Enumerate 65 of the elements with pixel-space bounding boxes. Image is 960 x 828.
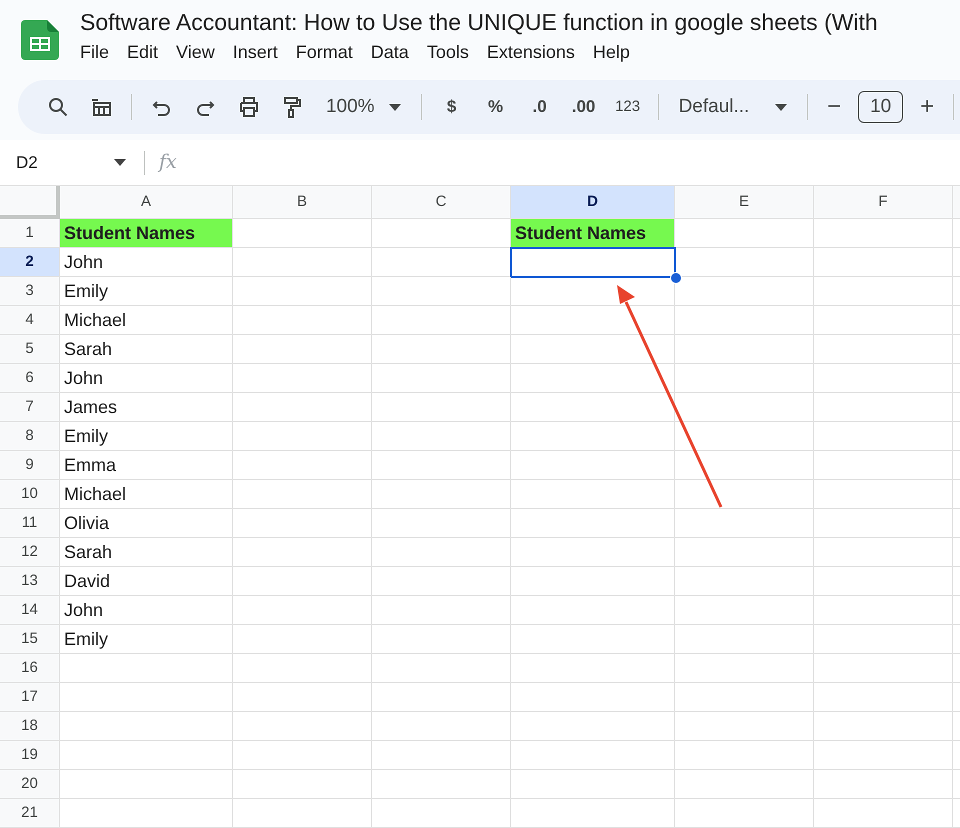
column-header[interactable]: F (814, 186, 953, 219)
decrease-font-size-button[interactable]: − (818, 89, 850, 125)
row-header[interactable]: 2 (0, 248, 60, 277)
format-button[interactable]: $ (432, 89, 472, 125)
row-header[interactable]: 8 (0, 422, 60, 451)
table-cell[interactable]: Olivia (60, 509, 233, 538)
format-button[interactable]: % (476, 89, 516, 125)
menu-item[interactable]: Help (584, 38, 638, 66)
table-cell[interactable]: Michael (60, 480, 233, 509)
row-header[interactable]: 17 (0, 683, 60, 712)
row-header[interactable]: 16 (0, 654, 60, 683)
row-header[interactable]: 13 (0, 567, 60, 596)
column-header[interactable]: C (372, 186, 511, 219)
row-header[interactable]: 15 (0, 625, 60, 654)
column-header[interactable]: A (60, 186, 233, 219)
menu-item[interactable]: Extensions (478, 38, 583, 66)
font-size-field[interactable]: 10 (858, 91, 904, 123)
table-cell[interactable]: John (60, 596, 233, 625)
zoom-dropdown[interactable]: 100% (316, 89, 411, 125)
table-cell[interactable]: Emily (60, 422, 233, 451)
row-header[interactable]: 7 (0, 393, 60, 422)
menu-item[interactable]: Format (288, 38, 361, 66)
increase-font-size-button[interactable]: + (911, 89, 943, 125)
table-cell[interactable]: Emily (60, 277, 233, 306)
row-header[interactable]: 21 (0, 799, 60, 828)
format-button[interactable]: .0 (520, 89, 560, 125)
table-cell[interactable]: David (60, 567, 233, 596)
table-cell[interactable]: Sarah (60, 335, 233, 364)
font-dropdown[interactable]: Defaul... (668, 89, 798, 125)
menu-item[interactable]: Data (362, 38, 417, 66)
table-cell[interactable]: John (60, 248, 233, 277)
table-cell[interactable]: James (60, 393, 233, 422)
row-header[interactable]: 20 (0, 770, 60, 799)
row-header[interactable]: 5 (0, 335, 60, 364)
menu-item[interactable]: Insert (224, 38, 286, 66)
column-header[interactable]: E (675, 186, 814, 219)
table-cell[interactable]: Emily (60, 625, 233, 654)
header-cell[interactable]: Student Names (511, 219, 675, 248)
table-cell[interactable]: John (60, 364, 233, 393)
format-button[interactable]: .00 (564, 89, 604, 125)
table-cell[interactable]: Sarah (60, 538, 233, 567)
row-header[interactable]: 6 (0, 364, 60, 393)
menu-item[interactable]: File (72, 38, 118, 66)
menu-item[interactable]: Tools (418, 38, 477, 66)
row-header[interactable]: 9 (0, 451, 60, 480)
menu-item[interactable]: Edit (119, 38, 166, 66)
table-cell[interactable]: Michael (60, 306, 233, 335)
name-box[interactable]: D2 (0, 150, 130, 176)
header-cell[interactable]: Student Names (60, 219, 233, 248)
menu-item[interactable]: View (168, 38, 223, 66)
row-header[interactable]: 14 (0, 596, 60, 625)
row-header[interactable]: 11 (0, 509, 60, 538)
format-button[interactable]: 123 (608, 89, 648, 125)
column-header[interactable]: B (233, 186, 372, 219)
table-cell[interactable]: Emma (60, 451, 233, 480)
column-header[interactable]: D (511, 186, 675, 219)
row-header[interactable]: 3 (0, 277, 60, 306)
document-title[interactable]: Software Accountant: How to Use the UNIQUE function in google sheets (With (80, 6, 878, 38)
row-header[interactable]: 10 (0, 480, 60, 509)
row-header[interactable]: 19 (0, 741, 60, 770)
row-header[interactable]: 1 (0, 219, 60, 248)
row-header[interactable]: 4 (0, 306, 60, 335)
row-header[interactable]: 12 (0, 538, 60, 567)
row-header[interactable]: 18 (0, 712, 60, 741)
fx-label: fx (159, 150, 177, 176)
